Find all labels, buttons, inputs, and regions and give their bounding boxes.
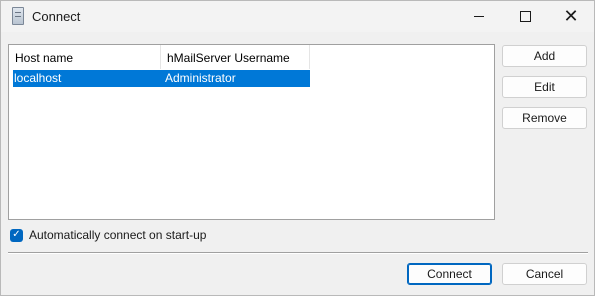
auto-connect-option[interactable]: ✓ Automatically connect on start-up <box>10 227 206 243</box>
maximize-button[interactable] <box>502 1 548 32</box>
connect-dialog: Connect ✕ Host name hMailServer Username… <box>0 0 595 296</box>
checkmark-icon: ✓ <box>12 229 21 240</box>
window-title: Connect <box>32 9 81 24</box>
list-header: Host name hMailServer Username <box>9 45 494 69</box>
minimize-button[interactable] <box>456 1 502 32</box>
row-host-name: localhost <box>14 71 62 85</box>
auto-connect-checkbox[interactable]: ✓ <box>10 228 23 242</box>
list-row[interactable]: localhost Administrator <box>13 70 310 87</box>
minimize-icon <box>474 16 484 17</box>
remove-button[interactable]: Remove <box>502 107 587 129</box>
separator <box>8 252 588 254</box>
add-button[interactable]: Add <box>502 45 587 67</box>
title-bar[interactable]: Connect ✕ <box>1 1 594 32</box>
connect-button[interactable]: Connect <box>407 263 492 285</box>
close-icon: ✕ <box>563 5 579 27</box>
close-button[interactable]: ✕ <box>548 1 594 32</box>
column-header-username[interactable]: hMailServer Username <box>161 45 310 69</box>
row-username: Administrator <box>165 71 236 85</box>
auto-connect-label[interactable]: Automatically connect on start-up <box>29 228 206 242</box>
column-header-host-name[interactable]: Host name <box>9 45 161 69</box>
maximize-icon <box>519 11 531 22</box>
server-icon <box>12 7 24 25</box>
cancel-button[interactable]: Cancel <box>502 263 587 285</box>
connections-list[interactable]: Host name hMailServer Username localhost… <box>8 44 495 220</box>
edit-button[interactable]: Edit <box>502 76 587 98</box>
